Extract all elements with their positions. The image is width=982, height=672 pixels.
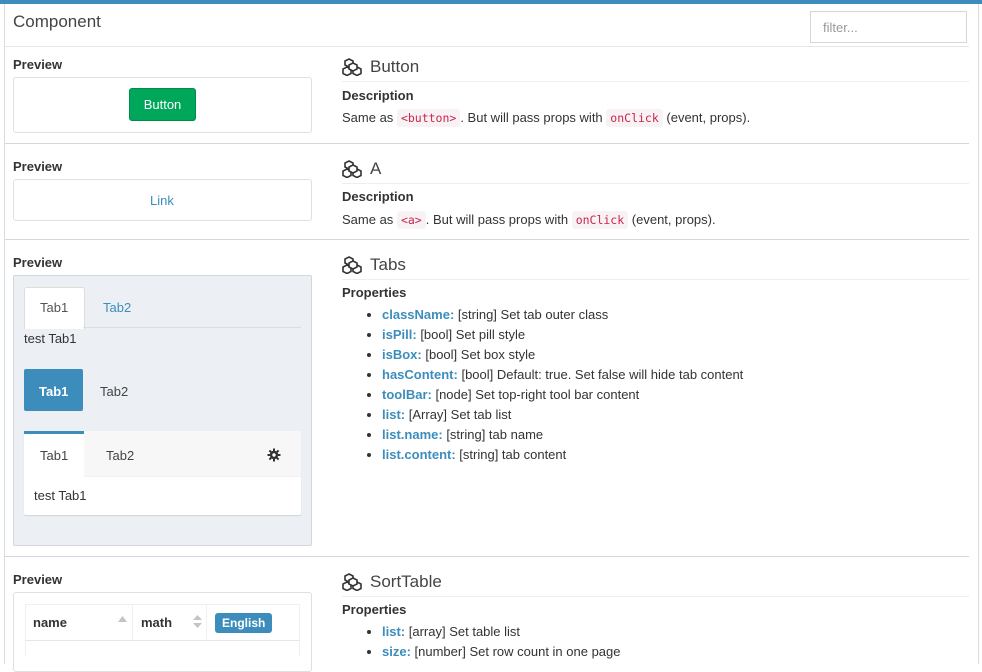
property-text: [bool] Default: true. Set false will hid… [461,367,744,382]
desc-text: . But will pass props with [460,110,603,125]
desc-code: <button> [396,109,461,127]
title-underline [342,596,969,597]
cubes-icon [342,573,362,591]
property-item: toolBar: [node] Set top-right tool bar c… [382,385,743,405]
property-key: toolBar: [382,387,432,402]
page-title: Component [13,12,101,31]
desc-text: (event, props). [666,110,751,125]
component-name: Tabs [370,255,406,274]
property-key: hasContent: [382,367,458,382]
desc-text: . But will pass props with [425,212,569,227]
section-divider [5,556,969,557]
tab-label: Tab1 [40,448,69,463]
desc-code: onClick [606,109,663,127]
column-header-label: name [33,615,67,630]
property-item: hasContent: [bool] Default: true. Set fa… [382,365,743,385]
section-heading: Properties [342,285,407,300]
demo-button[interactable]: Button [129,88,196,121]
title-underline [342,279,969,280]
tab-default-tab2[interactable]: Tab2 [103,300,131,315]
column-header-english[interactable]: English [215,613,273,633]
preview-label: Preview [13,159,63,174]
desc-text: Same as [342,212,394,227]
property-key: list.name: [382,427,443,442]
component-title-a: A [342,159,381,179]
title-underline [342,81,969,82]
tab-content: test Tab1 [24,331,77,346]
cubes-icon [342,58,362,76]
property-text: [bool] Set box style [425,347,536,362]
property-text: [node] Set top-right tool bar content [435,387,640,402]
property-list: list: [array] Set table list size: [numb… [342,622,621,662]
component-name: Button [370,57,420,76]
section-heading: Description [342,189,414,204]
table-header-border [25,640,300,641]
property-key: isPill: [382,327,417,342]
property-item: isPill: [bool] Set pill style [382,325,743,345]
component-description: Same as <a>. But will pass props with on… [342,211,716,229]
preview-label: Preview [13,572,63,587]
cubes-icon [342,160,362,178]
desc-code: <a> [396,211,426,229]
tab-pill-tab2[interactable]: Tab2 [100,384,128,399]
property-key: list.content: [382,447,456,462]
gear-icon[interactable] [267,448,281,462]
component-name: A [370,159,382,178]
property-text: [number] Set row count in one page [414,644,621,659]
cubes-icon [342,256,362,274]
property-item: isBox: [bool] Set box style [382,345,743,365]
sort-both-icon[interactable] [193,615,202,628]
property-text: [bool] Set pill style [420,327,526,342]
property-text: [string] Set tab outer class [457,307,609,322]
sort-asc-icon[interactable] [118,616,127,622]
property-key: size: [382,644,411,659]
desc-text: Same as [342,110,394,125]
component-title-sorttable: SortTable [342,572,442,592]
column-header-label: math [141,615,173,630]
component-name: SortTable [370,572,442,591]
property-item: className: [string] Set tab outer class [382,305,743,325]
property-item: list.name: [string] tab name [382,425,743,445]
property-key: list: [382,407,406,422]
demo-link[interactable]: Link [150,193,174,208]
section-divider [5,143,969,144]
tab-baseline [83,327,301,328]
tab-label: Tab1 [39,384,69,399]
property-text: [string] tab name [446,427,544,442]
desc-text: (event, props). [631,212,716,227]
property-item: list: [Array] Set tab list [382,405,743,425]
property-key: className: [382,307,455,322]
property-text: [string] tab content [459,447,567,462]
component-description: Same as <button>. But will pass props wi… [342,109,751,127]
section-heading: Description [342,88,414,103]
title-underline [342,183,969,184]
preview-label: Preview [13,255,63,270]
tab-label: Tab1 [40,300,69,315]
header-divider [5,46,969,47]
property-key: list: [382,624,406,639]
property-list: className: [string] Set tab outer class … [342,305,743,465]
property-item: list: [array] Set table list [382,622,621,642]
component-title-button: Button [342,57,419,77]
preview-label: Preview [13,57,63,72]
desc-code: onClick [571,211,629,229]
property-key: isBox: [382,347,422,362]
section-divider [5,239,969,240]
tab-box-baseline [84,476,301,477]
property-item: list.content: [string] tab content [382,445,743,465]
component-title-tabs: Tabs [342,255,406,275]
property-text: [Array] Set tab list [408,407,512,422]
property-item: size: [number] Set row count in one page [382,642,621,662]
property-text: [array] Set table list [408,624,521,639]
filter-input[interactable] [810,11,967,43]
section-heading: Properties [342,602,407,617]
tab-box-tab2[interactable]: Tab2 [106,448,134,463]
tab-content: test Tab1 [34,488,87,503]
